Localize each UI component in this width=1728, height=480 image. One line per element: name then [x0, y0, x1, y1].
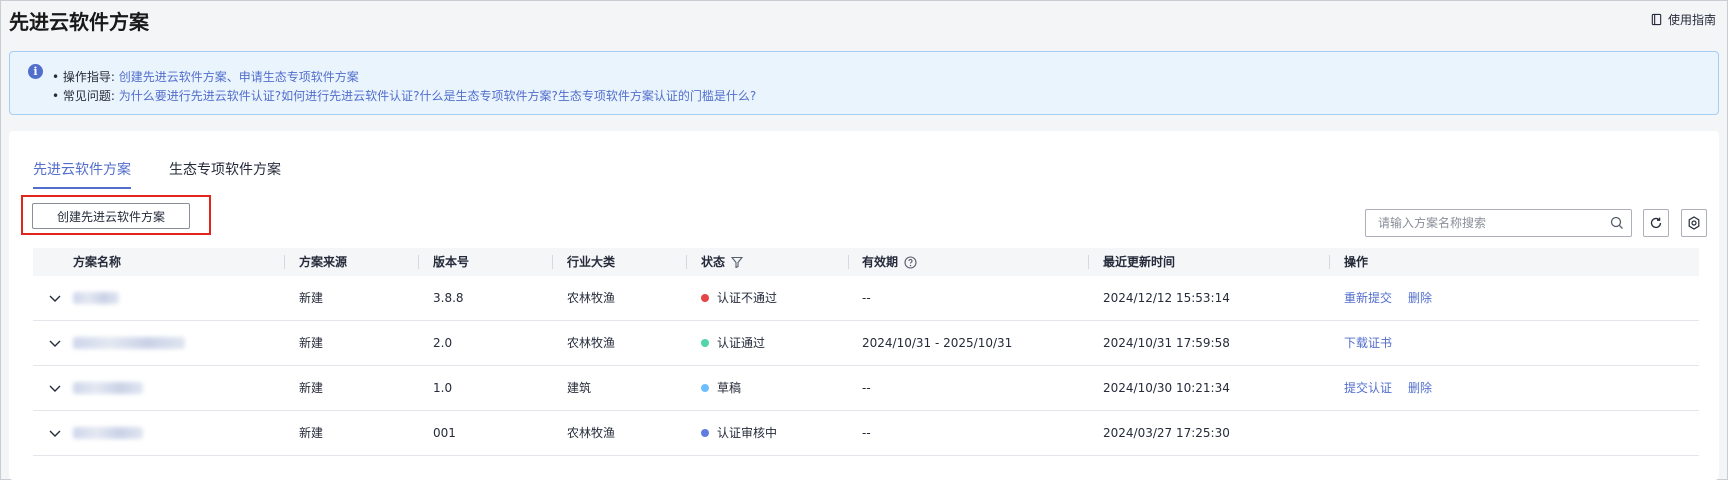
- status-dot: [701, 383, 709, 392]
- info-icon: i: [28, 64, 43, 79]
- header-source: 方案来源: [299, 255, 348, 269]
- search-icon[interactable]: [1603, 216, 1631, 230]
- cell-updated-time: 2024/03/27 17:25:30: [1103, 426, 1230, 440]
- header-validity: 有效期: [862, 248, 917, 276]
- table-row: 新建 001 农林牧渔 认证审核中 -- 2024/03/27 17:25:30: [33, 411, 1699, 456]
- header-actions: 操作: [1344, 255, 1369, 269]
- cell-version: 3.8.8: [433, 291, 464, 305]
- faq-line: • 常见问题: 为什么要进行先进云软件认证?如何进行先进云软件认证?什么是生态专…: [52, 87, 756, 104]
- resubmit-link[interactable]: 重新提交: [1344, 291, 1392, 305]
- operation-guide-line: • 操作指导: 创建先进云软件方案、申请生态专项软件方案: [52, 68, 359, 85]
- faq-link-how[interactable]: 如何进行先进云软件认证?: [281, 89, 419, 103]
- cell-validity: --: [862, 381, 871, 395]
- cell-industry: 农林牧渔: [567, 426, 616, 440]
- status-dot: [701, 338, 709, 347]
- cell-validity: --: [862, 426, 871, 440]
- header-version: 版本号: [433, 255, 470, 269]
- cell-status: 认证审核中: [701, 411, 777, 456]
- download-certificate-link[interactable]: 下载证书: [1344, 336, 1392, 350]
- cell-industry: 农林牧渔: [567, 291, 616, 305]
- cell-actions: 下载证书: [1344, 321, 1408, 366]
- chevron-down-icon[interactable]: [49, 428, 61, 438]
- table-row: 新建 2.0 农林牧渔 认证通过 2024/10/31 - 2025/10/31…: [33, 321, 1699, 366]
- cell-actions: 提交认证 删除: [1344, 366, 1448, 411]
- cell-status: 认证通过: [701, 321, 765, 366]
- table-settings-button[interactable]: [1681, 209, 1707, 237]
- header-industry: 行业大类: [567, 255, 616, 269]
- faq-label: • 常见问题:: [52, 89, 115, 103]
- create-solution-guide-link[interactable]: 创建先进云软件方案、: [119, 70, 239, 84]
- cell-actions: 重新提交 删除: [1344, 276, 1448, 321]
- header-updated-time: 最近更新时间: [1103, 255, 1176, 269]
- tab-advanced-cloud-solution[interactable]: 先进云软件方案: [33, 159, 131, 189]
- cell-version: 2.0: [433, 336, 453, 350]
- chevron-down-icon[interactable]: [49, 293, 61, 303]
- cell-source: 新建: [299, 426, 324, 440]
- status-dot: [701, 428, 709, 437]
- operation-guide-label: • 操作指导:: [52, 70, 115, 84]
- header-solution-name: 方案名称: [73, 255, 122, 269]
- cell-validity: 2024/10/31 - 2025/10/31: [862, 336, 1013, 350]
- cell-version: 1.0: [433, 381, 453, 395]
- cell-status: 草稿: [701, 366, 741, 411]
- cell-industry: 建筑: [567, 381, 592, 395]
- book-icon: [1651, 13, 1662, 26]
- filter-icon[interactable]: [731, 256, 744, 268]
- search-box: [1365, 209, 1632, 237]
- create-solution-button[interactable]: 创建先进云软件方案: [32, 203, 190, 229]
- cell-validity: --: [862, 291, 871, 305]
- apply-eco-solution-guide-link[interactable]: 申请生态专项软件方案: [239, 70, 359, 84]
- help-circle-icon[interactable]: [904, 255, 917, 269]
- solution-table: 方案名称 方案来源 版本号 行业大类 状态 有效期 最近更新时间 操作 新建 3…: [33, 248, 1699, 456]
- delete-link[interactable]: 删除: [1408, 291, 1432, 305]
- cell-updated-time: 2024/10/30 10:21:34: [1103, 381, 1230, 395]
- tab-bar: 先进云软件方案 生态专项软件方案: [33, 159, 281, 189]
- page-title: 先进云软件方案: [9, 10, 149, 34]
- table-row: 新建 1.0 建筑 草稿 -- 2024/10/30 10:21:34 提交认证…: [33, 366, 1699, 411]
- redacted-solution-name[interactable]: [73, 382, 143, 394]
- highlight-box: 创建先进云软件方案: [21, 195, 211, 235]
- cell-updated-time: 2024/12/12 15:53:14: [1103, 291, 1230, 305]
- cell-industry: 农林牧渔: [567, 336, 616, 350]
- cell-source: 新建: [299, 291, 324, 305]
- search-input[interactable]: [1366, 211, 1603, 235]
- cell-source: 新建: [299, 381, 324, 395]
- status-dot: [701, 293, 709, 302]
- redacted-solution-name[interactable]: [73, 427, 143, 439]
- submit-certification-link[interactable]: 提交认证: [1344, 381, 1392, 395]
- table-row: 新建 3.8.8 农林牧渔 认证不通过 -- 2024/12/12 15:53:…: [33, 276, 1699, 321]
- content-card: 先进云软件方案 生态专项软件方案 创建先进云软件方案 方案名称 方案来源 版本号…: [9, 131, 1719, 480]
- table-header: 方案名称 方案来源 版本号 行业大类 状态 有效期 最近更新时间 操作: [33, 248, 1699, 276]
- cell-source: 新建: [299, 336, 324, 350]
- info-alert: i • 操作指导: 创建先进云软件方案、申请生态专项软件方案 • 常见问题: 为…: [9, 51, 1719, 115]
- redacted-solution-name[interactable]: [73, 337, 185, 349]
- delete-link[interactable]: 删除: [1408, 381, 1432, 395]
- faq-link-threshold[interactable]: 生态专项软件方案认证的门槛是什么?: [558, 89, 756, 103]
- refresh-button[interactable]: [1643, 209, 1669, 237]
- cell-version: 001: [433, 426, 456, 440]
- redacted-solution-name[interactable]: [73, 292, 119, 304]
- refresh-icon: [1650, 217, 1662, 229]
- gear-icon: [1688, 216, 1700, 230]
- cell-updated-time: 2024/10/31 17:59:58: [1103, 336, 1230, 350]
- header-status: 状态: [701, 248, 744, 276]
- user-guide-label: 使用指南: [1667, 13, 1716, 27]
- user-guide-link[interactable]: 使用指南: [1650, 11, 1716, 28]
- chevron-down-icon[interactable]: [49, 338, 61, 348]
- cell-status: 认证不通过: [701, 276, 777, 321]
- tab-eco-special-solution[interactable]: 生态专项软件方案: [169, 159, 281, 189]
- faq-link-why[interactable]: 为什么要进行先进云软件认证?: [119, 89, 281, 103]
- chevron-down-icon[interactable]: [49, 383, 61, 393]
- faq-link-what[interactable]: 什么是生态专项软件方案?: [420, 89, 558, 103]
